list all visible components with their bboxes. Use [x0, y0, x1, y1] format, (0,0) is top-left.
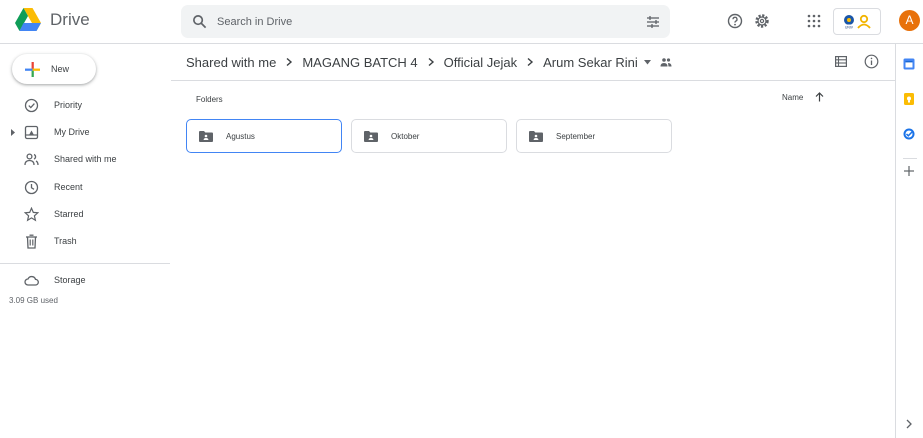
settings-gear-icon[interactable]	[754, 13, 770, 29]
tasks-icon[interactable]	[903, 128, 915, 140]
folder-name: Agustus	[226, 132, 255, 141]
breadcrumb-item[interactable]: Official Jejak	[444, 55, 517, 70]
organization-badge[interactable]: UNIV	[833, 8, 881, 35]
side-panel-divider	[903, 158, 917, 159]
sidebar-item-label: Shared with me	[54, 154, 117, 164]
chevron-right-icon	[286, 57, 293, 67]
sidebar-item-label: Starred	[54, 209, 84, 219]
sidebar-item-label: Priority	[54, 100, 83, 110]
my-drive-icon	[24, 125, 39, 140]
sort-ascending-arrow-icon[interactable]	[815, 92, 824, 102]
search-input[interactable]	[217, 12, 617, 31]
breadcrumb-item[interactable]: MAGANG BATCH 4	[302, 55, 417, 70]
sidebar-item-priority[interactable]: Priority	[0, 95, 170, 117]
search-icon[interactable]	[192, 14, 207, 29]
cloud-icon	[24, 275, 39, 286]
folder-name: September	[556, 132, 596, 141]
app-name: Drive	[50, 9, 90, 29]
add-addon-plus-icon[interactable]	[903, 165, 915, 177]
plus-icon	[25, 61, 40, 77]
sidebar-item-label: Storage	[54, 275, 86, 285]
keep-icon[interactable]	[903, 93, 915, 105]
expand-panel-chevron-icon[interactable]	[905, 419, 913, 429]
folder-card-oktober[interactable]: Oktober	[351, 119, 507, 153]
sidebar-item-label: Recent	[54, 182, 83, 192]
sidebar-item-shared-with-me[interactable]: Shared with me	[0, 149, 170, 171]
sort-by-name-button[interactable]: Name	[782, 93, 803, 102]
folders-section-heading: Folders	[196, 95, 223, 104]
new-button[interactable]: New	[12, 54, 96, 84]
drive-logo[interactable]: Drive	[15, 8, 90, 31]
priority-icon	[24, 98, 39, 113]
organization-logo-icon: UNIV	[844, 14, 871, 29]
folder-card-september[interactable]: September	[516, 119, 672, 153]
calendar-icon[interactable]	[903, 58, 915, 70]
chevron-right-icon	[428, 57, 434, 67]
toolbar-divider	[171, 80, 895, 81]
side-panel-rail	[895, 44, 923, 438]
sidebar-divider	[0, 263, 170, 264]
shared-folder-icon	[199, 131, 213, 142]
breadcrumb-item[interactable]: Shared with me	[186, 55, 276, 70]
clock-icon	[24, 180, 39, 195]
sidebar-item-recent[interactable]: Recent	[0, 177, 170, 199]
info-icon[interactable]	[864, 54, 879, 69]
svg-text:UNIV: UNIV	[845, 25, 854, 29]
sidebar-item-trash[interactable]: Trash	[0, 231, 170, 253]
search-options-icon[interactable]	[646, 15, 660, 29]
breadcrumb-current-folder[interactable]: Arum Sekar Rini	[543, 55, 638, 70]
apps-grid-icon[interactable]	[806, 13, 822, 29]
shared-folder-icon	[364, 131, 378, 142]
shared-icon	[24, 153, 39, 166]
top-bar: Drive Search in Drive UNIV A	[0, 0, 923, 44]
sidebar-item-my-drive[interactable]: My Drive	[0, 122, 170, 144]
breadcrumb: Shared with me MAGANG BATCH 4 Official J…	[186, 53, 672, 71]
shared-folder-icon	[529, 131, 543, 142]
shared-people-icon	[660, 58, 672, 67]
sidebar-item-label: My Drive	[54, 127, 90, 137]
drive-logo-icon	[15, 8, 41, 31]
storage-used-text: 3.09 GB used	[9, 296, 58, 305]
sidebar-item-label: Trash	[54, 236, 77, 246]
chevron-right-icon	[527, 57, 534, 67]
account-avatar[interactable]: A	[899, 10, 920, 31]
sidebar-item-starred[interactable]: Starred	[0, 204, 170, 226]
folder-card-agustus[interactable]: Agustus	[186, 119, 342, 153]
expand-arrow-icon[interactable]	[11, 129, 15, 136]
trash-icon	[26, 234, 37, 249]
folder-name: Oktober	[391, 132, 420, 141]
sidebar-item-storage[interactable]: Storage	[0, 270, 170, 292]
help-icon[interactable]	[727, 13, 743, 29]
caret-down-icon[interactable]	[643, 59, 651, 65]
new-button-label: New	[51, 64, 70, 74]
star-icon	[24, 207, 39, 222]
list-view-icon[interactable]	[835, 56, 847, 67]
search-bar[interactable]	[181, 5, 670, 38]
